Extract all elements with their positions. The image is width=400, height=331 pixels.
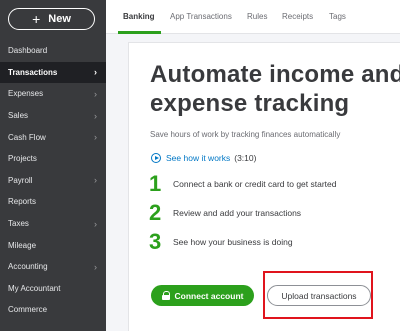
sidebar-item-reports[interactable]: Reports	[0, 191, 106, 213]
chevron-right-icon: ›	[94, 67, 97, 78]
see-how-it-works-label: See how it works	[166, 153, 231, 163]
new-button[interactable]: + New	[8, 8, 95, 30]
lock-icon	[161, 291, 171, 300]
sidebar-item-label: Expenses	[8, 89, 44, 99]
plus-icon: +	[32, 11, 41, 27]
connect-account-button[interactable]: Connect account	[151, 285, 254, 306]
chevron-right-icon: ›	[94, 261, 97, 272]
tab-rules[interactable]: Rules	[247, 12, 267, 21]
sidebar-item-expenses[interactable]: Expenses ›	[0, 83, 106, 105]
chevron-right-icon: ›	[94, 218, 97, 229]
page-headline: Automate income and expense tracking	[150, 60, 400, 118]
sidebar-item-label: Sales	[8, 111, 29, 121]
sidebar-item-projects[interactable]: Projects	[0, 148, 106, 170]
sidebar-item-label: Taxes	[8, 219, 29, 229]
sidebar-item-label: Accounting	[8, 262, 48, 272]
tab-banking[interactable]: Banking	[123, 12, 155, 21]
step-number: 1	[149, 171, 162, 196]
sidebar-item-label: Transactions	[8, 67, 58, 77]
sidebar-nav: Dashboard Transactions › Expenses › Sale…	[0, 40, 106, 321]
sidebar-item-cash-flow[interactable]: Cash Flow ›	[0, 126, 106, 148]
sidebar-item-my-accountant[interactable]: My Accountant	[0, 278, 106, 300]
new-button-label: New	[48, 13, 71, 25]
sidebar-item-payroll[interactable]: Payroll ›	[0, 170, 106, 192]
see-how-it-works-link[interactable]: See how it works (3:10)	[151, 153, 256, 163]
sidebar-item-dashboard[interactable]: Dashboard	[0, 40, 106, 62]
sidebar-item-label: Commerce	[8, 305, 48, 315]
chevron-right-icon: ›	[94, 132, 97, 143]
sidebar-item-label: My Accountant	[8, 283, 61, 293]
sidebar-item-transactions[interactable]: Transactions ›	[0, 61, 106, 84]
step-number: 3	[149, 229, 162, 254]
active-tab-indicator	[118, 31, 161, 34]
step-2: 2 Review and add your transactions	[149, 202, 301, 224]
sidebar-item-label: Projects	[8, 154, 37, 164]
left-sidebar: + New Dashboard Transactions › Expenses …	[0, 0, 106, 331]
tab-bar: Banking App Transactions Rules Receipts …	[106, 0, 400, 34]
step-text: See how your business is doing	[173, 237, 293, 247]
tab-tags[interactable]: Tags	[329, 12, 346, 21]
sidebar-item-sales[interactable]: Sales ›	[0, 105, 106, 127]
highlight-annotation-box	[263, 271, 373, 319]
sidebar-item-taxes[interactable]: Taxes ›	[0, 213, 106, 235]
headline-line-1: Automate income and	[150, 61, 400, 88]
video-duration: (3:10)	[234, 153, 257, 163]
headline-line-2: expense tracking	[150, 90, 350, 117]
sidebar-item-label: Cash Flow	[8, 132, 46, 142]
tab-receipts[interactable]: Receipts	[282, 12, 313, 21]
sidebar-item-label: Reports	[8, 197, 37, 207]
chevron-right-icon: ›	[94, 88, 97, 99]
step-number: 2	[149, 200, 162, 225]
chevron-right-icon: ›	[94, 175, 97, 186]
step-3: 3 See how your business is doing	[149, 231, 293, 253]
sidebar-item-label: Mileage	[8, 240, 37, 250]
play-circle-icon	[151, 153, 161, 163]
sidebar-item-mileage[interactable]: Mileage	[0, 234, 106, 256]
chevron-right-icon: ›	[94, 110, 97, 121]
step-1: 1 Connect a bank or credit card to get s…	[149, 173, 336, 195]
step-text: Review and add your transactions	[173, 208, 302, 218]
connect-account-label: Connect account	[174, 290, 244, 301]
sidebar-item-label: Dashboard	[8, 46, 48, 56]
sidebar-item-commerce[interactable]: Commerce	[0, 299, 106, 321]
tab-app-transactions[interactable]: App Transactions	[170, 12, 232, 21]
step-text: Connect a bank or credit card to get sta…	[173, 179, 337, 189]
sidebar-item-label: Payroll	[8, 175, 33, 185]
sidebar-item-accounting[interactable]: Accounting ›	[0, 256, 106, 278]
page-subtitle: Save hours of work by tracking finances …	[150, 130, 341, 139]
